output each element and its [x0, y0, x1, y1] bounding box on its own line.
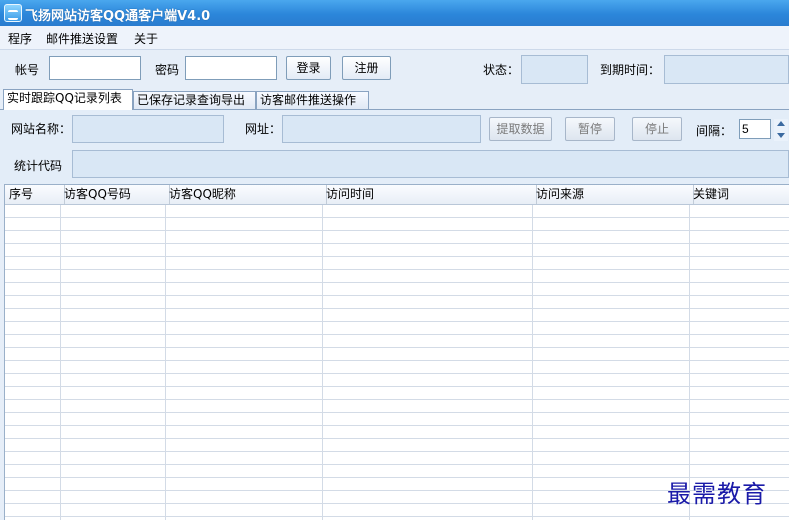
- stat-code-field: [72, 150, 789, 178]
- column-header-qq-number[interactable]: 访客QQ号码: [60, 185, 170, 204]
- column-divider: [60, 205, 61, 520]
- column-divider: [689, 205, 690, 520]
- spin-down-icon[interactable]: [774, 130, 788, 141]
- fetch-data-button[interactable]: 提取数据: [489, 117, 552, 141]
- column-divider: [165, 205, 166, 520]
- menu-about[interactable]: 关于: [134, 30, 158, 47]
- visitor-table[interactable]: 序号 访客QQ号码 访客QQ昵称 访问时间 访问来源 关键词: [4, 184, 789, 520]
- menu-bar: 程序 邮件推送设置 关于: [0, 26, 789, 50]
- table-header: 序号 访客QQ号码 访客QQ昵称 访问时间 访问来源 关键词: [5, 185, 789, 205]
- stat-code-label: 统计代码: [14, 159, 63, 173]
- login-button[interactable]: 登录: [286, 56, 331, 80]
- site-name-label: 网站名称：: [11, 122, 72, 136]
- window-title: 飞扬网站访客QQ通客户端V4.0: [25, 9, 211, 24]
- interval-input[interactable]: [739, 119, 771, 139]
- tab-realtime-qq-list[interactable]: 实时跟踪QQ记录列表: [3, 89, 133, 110]
- menu-email-push-settings[interactable]: 邮件推送设置: [46, 30, 118, 47]
- register-button[interactable]: 注册: [342, 56, 391, 80]
- column-divider: [322, 205, 323, 520]
- tab-visitor-email-push[interactable]: 访客邮件推送操作: [256, 91, 369, 110]
- url-field: [282, 115, 481, 143]
- account-input[interactable]: [49, 56, 141, 80]
- interval-label: 间隔：: [696, 124, 733, 138]
- tab-panel: 网站名称： 网址： 提取数据 暂停 停止 间隔： 统计代码: [0, 110, 789, 184]
- password-input[interactable]: [185, 56, 277, 80]
- column-header-qq-nickname[interactable]: 访客QQ昵称: [165, 185, 327, 204]
- table-body[interactable]: [5, 205, 789, 520]
- column-divider: [532, 205, 533, 520]
- account-label: 帐号: [15, 63, 40, 77]
- app-icon: [4, 4, 22, 22]
- column-header-index[interactable]: 序号: [5, 185, 65, 204]
- spin-up-icon[interactable]: [774, 119, 788, 130]
- column-header-keyword[interactable]: 关键词: [689, 185, 789, 204]
- column-header-visit-source[interactable]: 访问来源: [532, 185, 694, 204]
- password-label: 密码: [155, 63, 180, 77]
- status-value: [521, 55, 588, 84]
- expiry-value: [664, 55, 789, 84]
- tab-saved-records-export[interactable]: 已保存记录查询导出: [133, 91, 256, 110]
- pause-button[interactable]: 暂停: [565, 117, 615, 141]
- menu-program[interactable]: 程序: [8, 30, 32, 47]
- column-header-visit-time[interactable]: 访问时间: [322, 185, 537, 204]
- site-name-field: [72, 115, 224, 143]
- status-label: 状态：: [483, 63, 520, 77]
- stop-button[interactable]: 停止: [632, 117, 682, 141]
- expiry-label: 到期时间：: [600, 63, 661, 77]
- title-bar[interactable]: 飞扬网站访客QQ通客户端V4.0: [0, 0, 789, 26]
- watermark-text: 最需教育: [667, 480, 767, 508]
- url-label: 网址：: [245, 122, 282, 136]
